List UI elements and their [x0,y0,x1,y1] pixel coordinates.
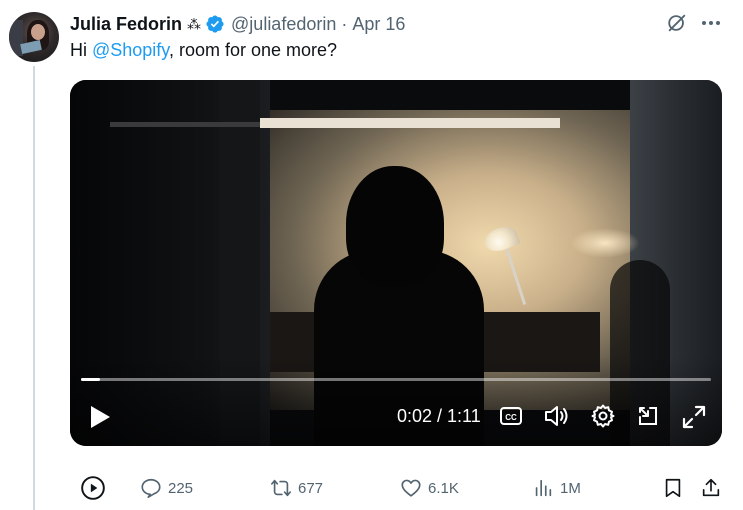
controls-overlay [70,356,722,446]
repost-icon [271,479,291,497]
replay-button[interactable] [80,474,106,502]
video-time: 0:02 / 1:11 [397,406,481,426]
bookmark-button[interactable] [662,474,684,502]
picture-in-picture-icon[interactable] [636,404,660,428]
like-button[interactable]: 6.1K [400,474,459,502]
tweet-date[interactable]: Apr 16 [352,14,405,35]
name-emoji: ⁂ [187,15,202,32]
fullscreen-icon[interactable] [681,404,707,430]
video-progress-bar[interactable] [81,378,711,381]
reply-count: 225 [168,479,194,497]
tweet-header: Julia Fedorin ⁂ @juliafedorin · Apr 16 [70,12,405,36]
play-circle-icon [81,476,105,500]
verified-badge-icon[interactable] [205,14,225,34]
gear-icon[interactable] [591,404,615,428]
mention-link[interactable]: @Shopify [92,40,169,60]
video-progress-fill [81,378,100,381]
user-handle[interactable]: @juliafedorin [231,14,336,35]
views-button[interactable]: 1M [532,474,581,502]
like-count: 6.1K [428,479,459,497]
tweet-text-prefix: Hi [70,40,92,60]
grok-icon[interactable] [666,12,688,34]
video-player[interactable]: 0:02 / 1:11 CC [70,80,722,446]
repost-button[interactable]: 677 [270,474,323,502]
share-icon [702,478,720,497]
display-name[interactable]: Julia Fedorin [70,14,182,35]
more-icon[interactable] [699,12,723,34]
thread-line [33,66,35,510]
views-icon [535,479,552,497]
svg-text:CC: CC [505,413,517,422]
tweet-text-suffix: , room for one more? [168,40,338,60]
views-count: 1M [560,479,581,497]
volume-icon[interactable] [544,404,570,428]
cc-icon[interactable]: CC [500,406,522,426]
reply-button[interactable]: 225 [140,474,193,502]
play-icon[interactable] [88,404,112,430]
reply-icon [141,478,161,498]
repost-count: 677 [298,479,324,497]
tweet-actions: 225 677 6.1K 1M [70,474,730,502]
bookmark-icon [665,478,681,498]
avatar[interactable] [9,12,59,62]
heart-icon [401,479,421,497]
separator: · [341,13,348,34]
share-button[interactable] [700,474,722,502]
tweet-text: Hi @Shopify, room for one more? [70,40,337,61]
